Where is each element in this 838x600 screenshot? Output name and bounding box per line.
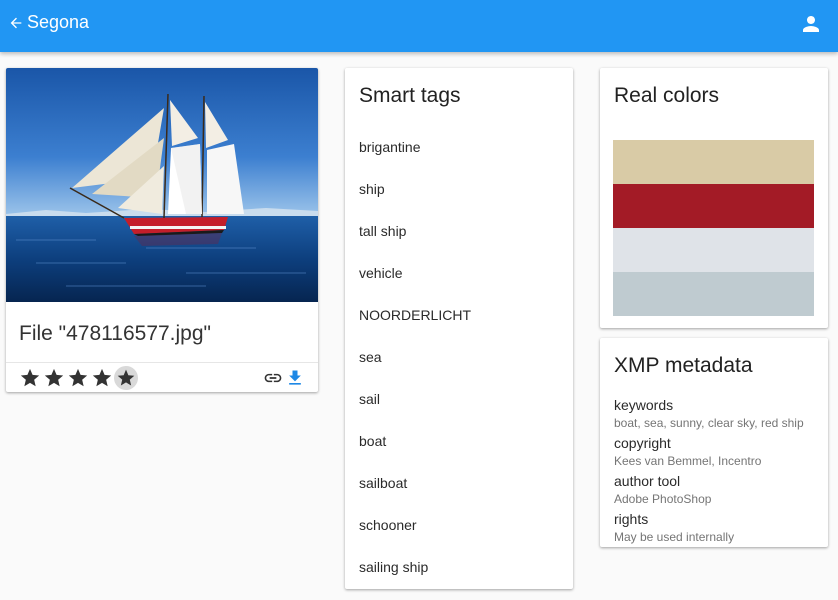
tag-item[interactable]: vehicle [359, 265, 403, 281]
xmp-field-value: boat, sea, sunny, clear sky, red ship [614, 416, 804, 430]
xmp-metadata-title: XMP metadata [614, 354, 753, 377]
rating-star-3[interactable] [66, 366, 90, 390]
app-bar: Segona [0, 0, 838, 52]
tag-item[interactable]: sail [359, 391, 380, 407]
rating-star-5[interactable] [114, 366, 138, 390]
color-swatch[interactable] [613, 228, 814, 272]
tag-item[interactable]: boat [359, 433, 386, 449]
xmp-metadata-card: XMP metadata keywords boat, sea, sunny, … [600, 338, 828, 547]
account-button[interactable] [799, 12, 823, 36]
xmp-field-key: keywords [614, 397, 674, 413]
app-title[interactable]: Segona [27, 11, 89, 33]
xmp-field-value: Kees van Bemmel, Incentro [614, 454, 762, 468]
sailing-ship-photo [6, 68, 318, 302]
star-icon [44, 368, 64, 387]
card-divider [6, 362, 318, 363]
star-icon [92, 368, 112, 387]
tag-item[interactable]: sailboat [359, 475, 407, 491]
color-swatch[interactable] [613, 272, 814, 316]
download-button[interactable] [285, 368, 305, 388]
rating-star-1[interactable] [18, 366, 42, 390]
xmp-field-value: Adobe PhotoShop [614, 492, 712, 506]
star-icon [20, 368, 40, 387]
tag-item[interactable]: NOORDERLICHT [359, 307, 471, 323]
star-rating[interactable] [18, 366, 138, 390]
file-title: File "478116577.jpg" [19, 322, 211, 345]
smart-tags-title: Smart tags [359, 84, 461, 107]
smart-tags-card: Smart tags brigantine ship tall ship veh… [345, 68, 573, 589]
photo-card: File "478116577.jpg" [6, 68, 318, 392]
star-icon [68, 368, 88, 387]
rating-star-2[interactable] [42, 366, 66, 390]
real-colors-title: Real colors [614, 84, 720, 107]
star-icon [117, 369, 135, 386]
link-icon [264, 373, 282, 383]
tag-item[interactable]: ship [359, 181, 385, 197]
rating-star-4[interactable] [90, 366, 114, 390]
color-swatch[interactable] [613, 140, 814, 184]
tag-item[interactable]: brigantine [359, 139, 421, 155]
color-swatch[interactable] [613, 184, 814, 228]
account-icon [803, 16, 819, 32]
xmp-field-key: author tool [614, 473, 681, 489]
xmp-field-value: May be used internally [614, 530, 735, 544]
tag-item[interactable]: sea [359, 349, 382, 365]
tag-item[interactable]: schooner [359, 517, 417, 533]
arrow-left-icon [10, 17, 22, 29]
real-colors-card: Real colors [600, 68, 828, 328]
back-button[interactable] [8, 12, 26, 34]
tag-item[interactable]: sailing ship [359, 559, 428, 575]
copy-link-button[interactable] [262, 368, 284, 388]
xmp-field-key: copyright [614, 435, 671, 451]
xmp-field-key: rights [614, 511, 649, 527]
download-icon [289, 370, 301, 385]
tag-item[interactable]: tall ship [359, 223, 406, 239]
